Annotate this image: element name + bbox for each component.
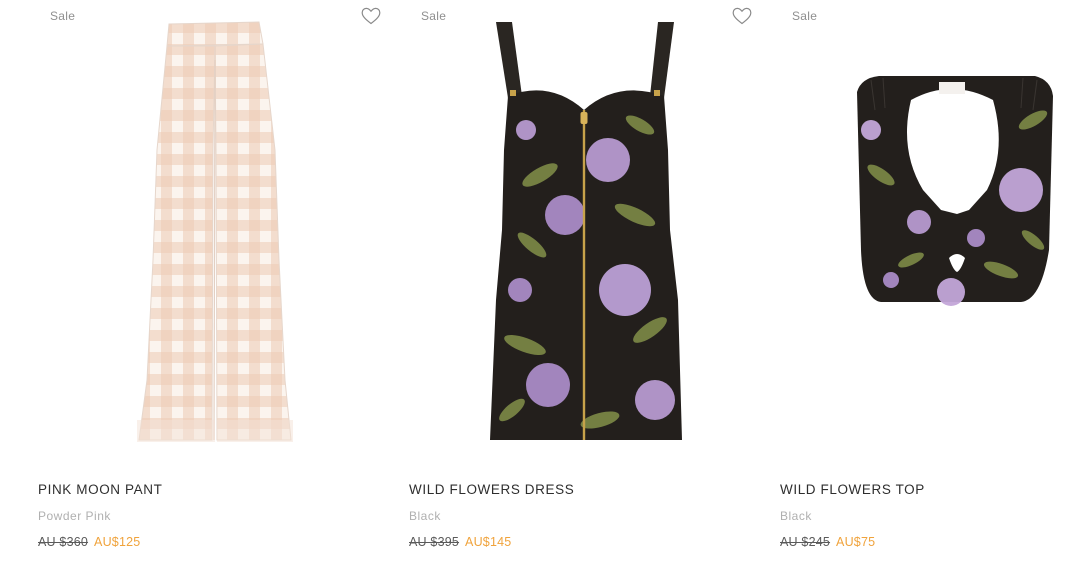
product-image[interactable]	[771, 0, 1080, 460]
product-name[interactable]: WILD FLOWERS TOP	[780, 481, 925, 499]
product-info: PINK MOON PANT Powder Pink AU $360 AU$125	[38, 481, 378, 550]
original-price: AU $360	[38, 535, 89, 549]
product-prices: AU $360 AU$125	[38, 534, 378, 550]
product-prices: AU $245 AU$75	[780, 534, 1080, 550]
floral-dress-image	[490, 22, 682, 440]
product-card-wild-flowers-dress[interactable]: Sale WILD FLOWERS DRESS Black AU $395 AU$…	[400, 0, 752, 561]
product-name[interactable]: PINK MOON PANT	[38, 481, 162, 499]
product-image[interactable]	[400, 0, 752, 460]
product-grid: Sale PINK MOON PANT Powder Pink AU $360 A…	[0, 0, 1080, 561]
product-prices: AU $395 AU$145	[409, 534, 749, 550]
gingham-pant-image	[137, 21, 293, 442]
product-color: Powder Pink	[38, 509, 111, 523]
product-card-wild-flowers-top[interactable]: Sale WILD FLOWERS TOP Black AU $245 AU$75	[771, 0, 1080, 561]
product-name[interactable]: WILD FLOWERS DRESS	[409, 481, 574, 499]
wishlist-heart-icon[interactable]	[361, 7, 381, 25]
floral-top-image	[857, 76, 1053, 306]
product-info: WILD FLOWERS DRESS Black AU $395 AU$145	[409, 481, 749, 550]
product-info: WILD FLOWERS TOP Black AU $245 AU$75	[780, 481, 1080, 550]
sale-badge: Sale	[421, 9, 447, 23]
sale-badge: Sale	[792, 9, 818, 23]
sale-price: AU$145	[465, 535, 512, 549]
sale-badge: Sale	[50, 9, 76, 23]
product-color: Black	[409, 509, 441, 523]
original-price: AU $245	[780, 535, 831, 549]
product-image[interactable]	[29, 0, 381, 460]
wishlist-heart-icon[interactable]	[732, 7, 752, 25]
original-price: AU $395	[409, 535, 460, 549]
sale-price: AU$75	[836, 535, 876, 549]
sale-price: AU$125	[94, 535, 141, 549]
product-color: Black	[780, 509, 812, 523]
product-card-pink-moon-pant[interactable]: Sale PINK MOON PANT Powder Pink AU $360 A…	[29, 0, 381, 561]
